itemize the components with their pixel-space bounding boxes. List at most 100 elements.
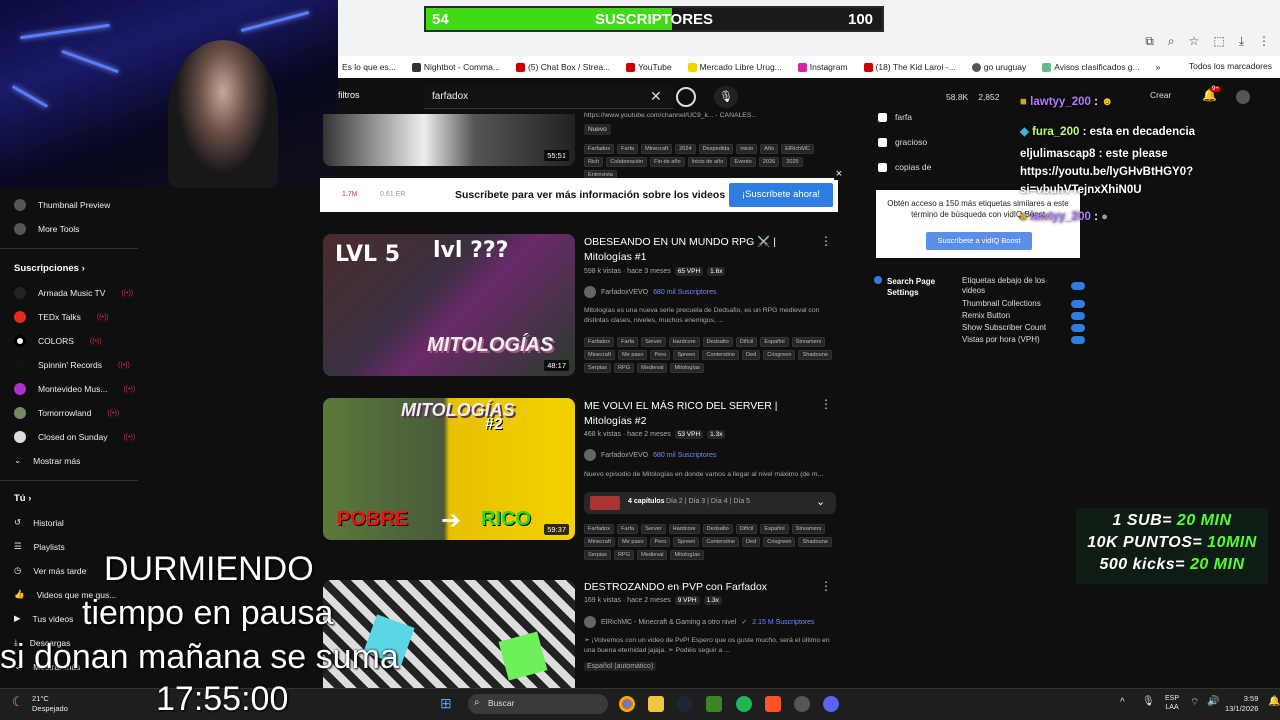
video-tag[interactable]: Farfa — [617, 144, 639, 154]
discord-icon[interactable] — [823, 696, 839, 712]
chrome-icon[interactable] — [619, 696, 635, 712]
bookmark-item[interactable]: Nightbot - Comma... — [411, 62, 500, 72]
windows-start-icon[interactable]: ⊞ — [440, 695, 452, 712]
vidiq-subscribe-button[interactable]: ¡Suscríbete ahora! — [729, 183, 833, 207]
download-icon[interactable]: ⤓ — [1239, 34, 1244, 49]
video-tag[interactable]: Crisgreen — [763, 350, 796, 360]
video-tag[interactable]: Español — [760, 337, 789, 347]
more-options-icon[interactable]: ⋮ — [820, 234, 832, 248]
video-tag[interactable]: Mitologías — [670, 550, 704, 560]
video-tag[interactable]: Serpias — [584, 550, 611, 560]
bookmark-item[interactable]: Instagram — [797, 62, 848, 72]
vidiq-boost-button[interactable]: Suscríbete a vidIQ Boost — [926, 232, 1032, 250]
video-tag[interactable]: Conterstine — [702, 537, 739, 547]
video-tag[interactable]: Shadoune — [798, 537, 832, 547]
system-clock[interactable]: 3:59 13/1/2026 — [1225, 694, 1258, 714]
sidebar-item-subscription[interactable]: Tomorrowland ((•)) — [14, 407, 119, 419]
channel-row[interactable]: FarfadoxVEVO 680 mil Suscriptores — [584, 449, 717, 461]
video-tag[interactable]: Año — [760, 144, 779, 154]
setting-toggle[interactable] — [1071, 336, 1085, 344]
weather-widget[interactable]: 21°C Despejado — [32, 694, 68, 714]
tag-checkbox[interactable]: gracioso — [878, 137, 927, 147]
bookmark-item[interactable]: (5) Chat Box / Strea... — [515, 62, 610, 72]
video-tag[interactable]: Conterstine — [702, 350, 739, 360]
sidebar-item-subscription[interactable]: COLORS ((•)) — [14, 335, 102, 347]
bookmark-item[interactable]: (18) The Kid Laroi -... — [863, 62, 956, 72]
checkbox[interactable] — [878, 112, 887, 122]
channel-row[interactable]: FarfadoxVEVO 680 mil Suscriptores — [584, 286, 717, 298]
zoom-icon[interactable]: ⌕ — [1168, 34, 1175, 49]
video-tag[interactable]: Medieval — [637, 550, 668, 560]
sidebar-show-more[interactable]: ⌄ Mostrar más — [14, 455, 80, 466]
bookmark-star-icon[interactable]: ☆ — [1189, 34, 1200, 49]
video-title[interactable]: ME VOLVI EL MÁS RICO DEL SERVER | Mitolo… — [584, 399, 814, 429]
microphone-icon[interactable]: 🎙 — [714, 86, 738, 108]
file-explorer-icon[interactable] — [648, 696, 664, 712]
bookmark-item[interactable]: Es lo que es... — [342, 62, 396, 72]
video-tag[interactable]: Crisgreen — [763, 537, 796, 547]
video-tag[interactable]: Ded — [741, 537, 761, 547]
brave-icon[interactable] — [765, 696, 781, 712]
chapters-row[interactable]: 4 capítulos Día 2 | Día 3 | Día 4 | Día … — [584, 492, 836, 514]
clear-search-icon[interactable]: ✕ — [650, 88, 662, 105]
create-button[interactable]: Crear — [1150, 90, 1171, 100]
video-thumbnail[interactable]: 55:51 — [323, 114, 575, 166]
install-icon[interactable]: ⧉ — [1145, 34, 1154, 49]
sidebar-item-subscription[interactable]: Armada Music TV ((•)) — [14, 287, 133, 299]
video-tag[interactable]: Farfa — [617, 524, 639, 534]
video-tag[interactable]: ElRichMC — [781, 144, 814, 154]
bookmark-item[interactable]: Avisos clasificados g... — [1042, 62, 1140, 72]
video-tag[interactable]: RPG — [613, 550, 635, 560]
video-tag[interactable]: Server — [641, 524, 666, 534]
sidebar-item-subscription[interactable]: Closed on Sunday ((•)) — [14, 431, 135, 443]
bookmark-item[interactable]: go uruguay — [971, 62, 1026, 72]
video-tag[interactable]: Hardcore — [668, 337, 700, 347]
chevron-down-icon[interactable]: ⌄ — [816, 495, 825, 508]
sidebar-item-subscription[interactable]: TEDx Talks ((•)) — [14, 311, 109, 323]
video-thumbnail[interactable]: MITOLOGÍAS #2 POBRE ➔ RICO 59:37 — [323, 398, 575, 540]
you-heading[interactable]: Tú › — [14, 493, 31, 504]
setting-toggle[interactable] — [1071, 300, 1085, 308]
video-title[interactable]: DESTROZANDO en PVP con Farfadox — [584, 580, 814, 595]
obs-icon[interactable] — [794, 696, 810, 712]
video-tag[interactable]: inicio — [736, 144, 758, 154]
sidebar-item-your-videos[interactable]: ▶ Tus videos — [14, 613, 73, 624]
video-tag[interactable]: Hardcore — [668, 524, 700, 534]
keyboard-language[interactable]: ESP LAA — [1165, 694, 1179, 712]
video-tag[interactable]: Mitologías — [670, 363, 704, 373]
search-input[interactable]: farfadox — [424, 85, 674, 109]
video-tag[interactable]: Dedsafio — [702, 524, 733, 534]
video-tag[interactable]: Farfadox — [584, 337, 615, 347]
video-tag[interactable]: Minecraft — [584, 537, 616, 547]
video-tag[interactable]: Español — [760, 524, 789, 534]
tag-checkbox[interactable]: copias de — [878, 162, 931, 172]
video-tag[interactable]: Spreen — [673, 350, 700, 360]
more-options-icon[interactable]: ⋮ — [820, 397, 832, 411]
video-thumbnail[interactable]: LVL 5 lvl ??? MITOLOGÍAS 48:17 — [323, 234, 575, 376]
bookmarks-overflow[interactable]: » — [1156, 62, 1161, 72]
video-tag[interactable]: Streamers — [791, 337, 826, 347]
video-tag[interactable]: 2026 — [758, 157, 780, 167]
video-tag[interactable]: Difícil — [735, 337, 758, 347]
video-tag[interactable]: Dedsafio — [702, 337, 733, 347]
video-tag[interactable]: Medieval — [637, 363, 668, 373]
video-tag[interactable]: Shadoune — [798, 350, 832, 360]
filters-button[interactable]: filtros — [338, 90, 360, 100]
setting-toggle[interactable] — [1071, 324, 1085, 332]
checkbox[interactable] — [878, 137, 887, 147]
tag-checkbox[interactable]: farfa — [878, 112, 912, 122]
setting-toggle[interactable] — [1071, 282, 1085, 290]
video-tag[interactable]: Minecraft — [584, 350, 616, 360]
video-tag[interactable]: Pero — [650, 537, 671, 547]
video-tag[interactable]: Me paso — [618, 350, 648, 360]
subscriptions-heading[interactable]: Suscripciones › — [14, 263, 85, 274]
video-tag[interactable]: Fin de año — [650, 157, 685, 167]
sidebar-item-more-tools[interactable]: More Tools — [14, 223, 79, 235]
spotify-icon[interactable] — [736, 696, 752, 712]
video-tag[interactable]: Streamers — [791, 524, 826, 534]
minecraft-icon[interactable] — [706, 696, 722, 712]
volume-icon[interactable]: 🔊 — [1207, 696, 1219, 707]
sidebar-item-watch-later[interactable]: ◷ Ver más tarde — [14, 565, 86, 576]
close-icon[interactable]: × — [834, 168, 844, 180]
video-tag[interactable]: Pero — [650, 350, 671, 360]
